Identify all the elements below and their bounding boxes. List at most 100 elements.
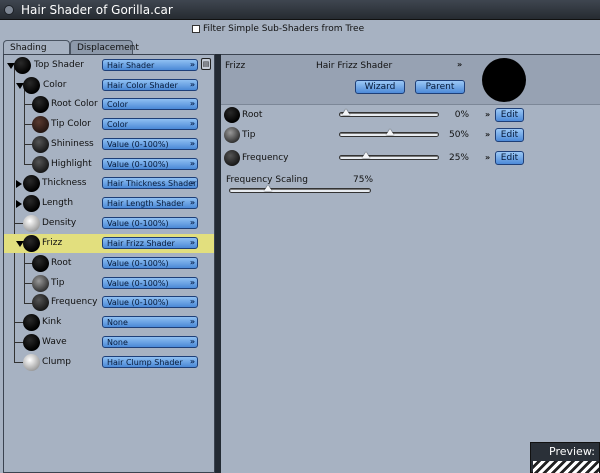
shader-ball-icon: [23, 215, 40, 232]
tab-displacement[interactable]: Displacement: [70, 40, 139, 54]
title-bar: Hair Shader of Gorilla.car: [0, 0, 600, 20]
shader-ball-icon: [32, 275, 49, 292]
tree-row-frizz-tip[interactable]: Tip Value (0-100%)»: [4, 274, 214, 293]
wizard-button[interactable]: Wizard: [355, 80, 405, 94]
shader-dropdown[interactable]: Color»: [102, 98, 198, 110]
tree-row-frizz-frequency[interactable]: Frequency Value (0-100%)»: [4, 293, 214, 312]
window-title: Hair Shader of Gorilla.car: [21, 3, 173, 17]
shader-ball-icon: [32, 116, 49, 133]
tree-row-kink[interactable]: Kink None»: [4, 313, 214, 332]
edit-button[interactable]: Edit: [495, 128, 524, 142]
shader-ball-icon: [23, 175, 40, 192]
close-icon[interactable]: [4, 5, 14, 15]
param-row-frequency: Frequency 25% » Edit: [221, 148, 600, 168]
shader-dropdown[interactable]: Value (0-100%)»: [102, 138, 198, 150]
shader-tree: Top Shader Hair Shader» ▤ Color Hair Col…: [3, 54, 215, 473]
tab-shading[interactable]: Shading: [3, 40, 70, 55]
shader-ball-icon: [32, 255, 49, 272]
edit-button[interactable]: Edit: [495, 108, 524, 122]
shader-type-label: Hair Frizz Shader: [316, 61, 393, 71]
tree-label: Root Color: [51, 99, 98, 109]
shader-dropdown[interactable]: Value (0-100%)»: [102, 257, 198, 269]
shader-type-chevron-icon[interactable]: »: [457, 60, 462, 69]
param-label: Tip: [242, 130, 256, 140]
tree-row-wave[interactable]: Wave None»: [4, 333, 214, 352]
filter-checkbox[interactable]: [192, 25, 200, 33]
param-menu-chevron-icon[interactable]: »: [485, 153, 490, 162]
shader-dropdown[interactable]: Value (0-100%)»: [102, 277, 198, 289]
tree-label: Color: [43, 80, 67, 90]
slider-thumb[interactable]: [386, 129, 394, 135]
shader-ball-icon: [23, 77, 40, 94]
shader-header: Frizz Hair Frizz Shader » Wizard Parent: [221, 55, 600, 105]
param-menu-chevron-icon[interactable]: »: [485, 110, 490, 119]
tree-row-tip-color[interactable]: Tip Color Color»: [4, 115, 214, 134]
parent-button[interactable]: Parent: [415, 80, 465, 94]
tree-label: Tip: [51, 278, 65, 288]
expand-arrow-icon[interactable]: [16, 180, 22, 188]
shader-dropdown[interactable]: Value (0-100%)»: [102, 217, 198, 229]
trash-icon[interactable]: ▤: [201, 58, 211, 70]
filter-label: Filter Simple Sub-Shaders from Tree: [203, 24, 365, 34]
tree-label: Kink: [42, 317, 62, 327]
param-slider[interactable]: [339, 152, 439, 160]
param-value: 50%: [448, 130, 469, 140]
shader-dropdown[interactable]: Hair Thickness Shader»: [102, 177, 198, 189]
param-row-root: Root 0% » Edit: [221, 105, 600, 125]
shader-ball-icon: [32, 156, 49, 173]
param-row-tip: Tip 50% » Edit: [221, 125, 600, 145]
param-value: 0%: [454, 110, 469, 120]
param-ball-icon: [224, 127, 240, 143]
scaling-slider[interactable]: [229, 185, 371, 193]
preview-window[interactable]: Preview:: [530, 442, 600, 473]
param-ball-icon: [224, 107, 240, 123]
param-slider[interactable]: [339, 129, 439, 137]
tree-row-length[interactable]: Length Hair Length Shader»: [4, 194, 214, 213]
shader-dropdown[interactable]: None»: [102, 336, 198, 348]
tree-row-thickness[interactable]: Thickness Hair Thickness Shader»: [4, 174, 214, 193]
tree-row-clump[interactable]: Clump Hair Clump Shader»: [4, 353, 214, 372]
shader-dropdown[interactable]: Value (0-100%)»: [102, 158, 198, 170]
shader-dropdown[interactable]: Hair Color Shader»: [102, 79, 198, 91]
shader-dropdown[interactable]: Hair Shader»: [102, 59, 198, 71]
param-label: Root: [242, 110, 263, 120]
scaling-label: Frequency Scaling: [226, 175, 308, 185]
param-slider[interactable]: [339, 109, 439, 117]
tree-label: Top Shader: [34, 60, 84, 70]
shader-ball-icon: [23, 235, 40, 252]
shader-dropdown[interactable]: Hair Frizz Shader»: [102, 237, 198, 249]
tree-row-shininess[interactable]: Shininess Value (0-100%)»: [4, 135, 214, 154]
shader-ball-icon: [14, 57, 31, 74]
shader-settings-panel: Frizz Hair Frizz Shader » Wizard Parent …: [221, 54, 600, 473]
slider-thumb[interactable]: [362, 152, 370, 158]
tree-label: Density: [42, 218, 77, 228]
tree-label: Highlight: [51, 159, 92, 169]
tree-row-color[interactable]: Color Hair Color Shader»: [4, 76, 214, 95]
shader-preview-ball-icon: [482, 58, 526, 102]
tree-label: Root: [51, 258, 72, 268]
scaling-value: 75%: [353, 175, 374, 185]
slider-thumb[interactable]: [264, 185, 272, 191]
tree-row-frizz[interactable]: Frizz Hair Frizz Shader»: [4, 234, 214, 253]
shader-dropdown[interactable]: None»: [102, 316, 198, 328]
shader-ball-icon: [23, 314, 40, 331]
shader-dropdown[interactable]: Hair Clump Shader»: [102, 356, 198, 368]
shader-dropdown[interactable]: Value (0-100%)»: [102, 296, 198, 308]
edit-button[interactable]: Edit: [495, 151, 524, 165]
tree-row-top-shader[interactable]: Top Shader Hair Shader» ▤: [4, 56, 214, 75]
param-menu-chevron-icon[interactable]: »: [485, 130, 490, 139]
tree-row-highlight[interactable]: Highlight Value (0-100%)»: [4, 155, 214, 174]
shader-ball-icon: [32, 96, 49, 113]
param-value: 25%: [448, 153, 469, 163]
tree-label: Clump: [42, 357, 71, 367]
preview-image: [533, 461, 599, 473]
slider-thumb[interactable]: [342, 109, 350, 115]
expand-arrow-icon[interactable]: [16, 200, 22, 208]
filter-option[interactable]: Filter Simple Sub-Shaders from Tree: [192, 24, 364, 34]
tree-row-frizz-root[interactable]: Root Value (0-100%)»: [4, 254, 214, 273]
shader-ball-icon: [23, 334, 40, 351]
shader-dropdown[interactable]: Color»: [102, 118, 198, 130]
tree-row-root-color[interactable]: Root Color Color»: [4, 95, 214, 114]
shader-dropdown[interactable]: Hair Length Shader»: [102, 197, 198, 209]
tree-row-density[interactable]: Density Value (0-100%)»: [4, 214, 214, 233]
